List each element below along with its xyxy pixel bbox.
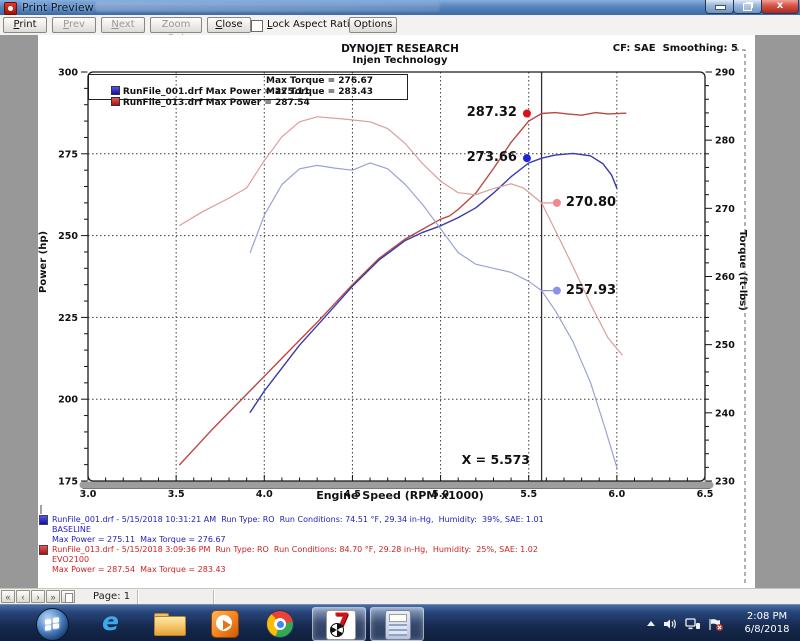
correction-smoothing-note: CF: SAE Smoothing: 5 <box>590 43 738 54</box>
windows-flag-icon <box>45 617 60 632</box>
zoom-out-button[interactable]: Zoom Out <box>150 17 202 33</box>
cursor-x-readout: X = 5.573 <box>448 452 530 467</box>
preview-page <box>38 35 755 588</box>
page-icon <box>65 593 73 603</box>
statusbar-divider <box>137 590 138 604</box>
prev-button[interactable]: Prev <box>52 17 96 33</box>
taskbar-dynojet-winpep-active[interactable]: 7 <box>312 607 366 641</box>
action-center-flag-icon[interactable] <box>708 618 724 631</box>
chart-header-company: DYNOJET RESEARCH <box>290 43 510 55</box>
run1-max-values: Max Power = 275.11 Max Torque = 276.67 <box>52 535 226 544</box>
annotation-swatch-blue <box>39 515 48 525</box>
clock-date: 6/8/2018 <box>738 623 796 636</box>
options-button[interactable]: Options <box>349 17 397 33</box>
taskbar-media-player[interactable] <box>198 607 250 639</box>
status-bar: « ‹ › » Page: 1 <box>0 588 800 605</box>
print-button[interactable]: Print <box>3 17 47 33</box>
marker-value-label: 273.66 <box>449 150 517 165</box>
x-axis-title: Engine Speed (RPM x1000) <box>250 489 550 502</box>
marker-value-label: 257.93 <box>566 283 616 298</box>
start-button[interactable] <box>36 608 69 641</box>
legend-row-evo2100: RunFile_013.drf Max Power = 287.54 Max T… <box>91 87 310 98</box>
legend-swatch-red <box>111 97 120 106</box>
page-number-label: Page: 1 <box>93 591 130 602</box>
marker-value-label: 287.32 <box>449 105 517 120</box>
legend-row-baseline: RunFile_001.drf Max Power = 275.11 Max T… <box>91 76 310 87</box>
last-page-button[interactable]: » <box>46 590 60 603</box>
volume-icon[interactable] <box>663 618 678 630</box>
print-preview-window: Print Preview x Print Prev Next Zoom Out… <box>0 0 800 640</box>
chart-legend: RunFile_001.drf Max Power = 275.11 Max T… <box>88 74 408 100</box>
taskbar-internet-explorer[interactable]: e <box>88 607 140 639</box>
marker-value-label: 270.80 <box>566 195 616 210</box>
run2-max-values: Max Power = 287.54 Max Torque = 283.43 <box>52 565 226 574</box>
taskbar: e 7 2:08 PM 6/8/2018 <box>0 604 800 641</box>
prev-page-button[interactable]: ‹ <box>16 590 30 603</box>
right-axis-title: Torque (ft-lbs) <box>737 230 748 350</box>
close-window-button[interactable]: x <box>761 0 799 14</box>
first-page-button[interactable]: « <box>1 590 15 603</box>
title-bar: Print Preview x <box>0 0 800 16</box>
background-window-caption <box>95 2 440 12</box>
chart-header-shop: Injen Technology <box>290 55 510 66</box>
run2-name: EVO2100 <box>52 555 89 564</box>
goto-page-button[interactable] <box>61 590 75 603</box>
toolbar: Print Prev Next Zoom Out Close Lock Aspe… <box>0 15 800 36</box>
dynojet-icon: 7 <box>326 610 356 640</box>
calculator-icon <box>385 610 411 640</box>
next-page-button[interactable]: › <box>31 590 45 603</box>
statusbar-divider <box>213 590 214 604</box>
annotation-swatch-red <box>39 545 48 555</box>
taskbar-calculator-active[interactable] <box>370 607 424 641</box>
run1-name: BASELINE <box>52 525 91 534</box>
network-icon[interactable] <box>685 618 701 630</box>
show-hidden-icons-button[interactable] <box>647 621 655 626</box>
chrome-icon <box>266 610 294 638</box>
close-preview-button[interactable]: Close <box>207 17 251 33</box>
clock-time: 2:08 PM <box>738 610 796 623</box>
internet-explorer-icon: e <box>102 607 119 636</box>
restore-button[interactable] <box>733 0 762 14</box>
taskbar-windows-explorer[interactable] <box>143 607 195 639</box>
taskbar-clock[interactable]: 2:08 PM 6/8/2018 <box>738 610 796 636</box>
minimize-button[interactable] <box>705 0 734 14</box>
restore-icon <box>743 3 752 11</box>
run1-conditions: RunFile_001.drf - 5/15/2018 10:31:21 AM … <box>52 515 544 524</box>
taskbar-chrome[interactable] <box>253 607 305 639</box>
dynojet-app-icon <box>4 2 17 15</box>
left-axis-title: Power (hp) <box>38 173 49 293</box>
minimize-icon <box>715 5 726 10</box>
run2-conditions: RunFile_013.drf - 5/15/2018 3:09:36 PM R… <box>52 545 538 554</box>
window-title: Print Preview <box>22 1 94 14</box>
next-button[interactable]: Next <box>101 17 145 33</box>
media-player-icon <box>211 610 239 638</box>
lock-aspect-ratio-checkbox[interactable] <box>251 20 263 32</box>
lock-aspect-ratio-label: Lock Aspect Ratio <box>267 19 356 30</box>
